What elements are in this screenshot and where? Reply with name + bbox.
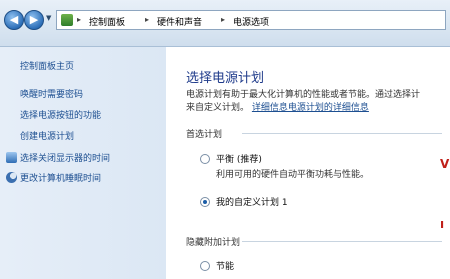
address-toolbar: ◀ ▶ ▼ ▸ 控制面板 ▸ 硬件和声音 ▸ 电源选项 — [0, 0, 450, 47]
breadcrumb-control-panel[interactable]: 控制面板 — [89, 15, 125, 28]
breadcrumb-separator: ▸ — [77, 15, 82, 24]
recent-pages-dropdown-icon[interactable]: ▼ — [46, 14, 51, 22]
control-panel-home-link[interactable]: 控制面板主页 — [20, 59, 74, 72]
back-arrow-icon[interactable]: ◀ — [4, 10, 24, 30]
moon-icon — [6, 172, 17, 183]
forward-arrow-icon[interactable]: ▶ — [24, 10, 44, 30]
create-power-plan-link[interactable]: 创建电源计划 — [20, 129, 74, 142]
power-plan-details-link[interactable]: 详细信息电源计划的详细信息 — [252, 103, 369, 113]
sleep-time-link[interactable]: 更改计算机睡眠时间 — [20, 171, 101, 184]
task-pane: 控制面板主页 唤醒时需要密码 选择电源按钮的功能 创建电源计划 选择关闭显示器的… — [0, 47, 166, 279]
balanced-plan-description: 利用可用的硬件自动平衡功耗与性能。 — [216, 170, 370, 180]
breadcrumb-separator: ▸ — [145, 15, 150, 24]
breadcrumb-power-options[interactable]: 电源选项 — [233, 15, 269, 28]
balanced-plan-radio[interactable] — [200, 154, 210, 164]
description-prefix: 来自定义计划。 — [186, 103, 250, 113]
custom-plan-radio[interactable] — [200, 197, 210, 207]
power-saver-plan-radio[interactable] — [200, 261, 210, 271]
power-saver-plan-label[interactable]: 节能 — [216, 259, 234, 272]
page-title: 选择电源计划 — [186, 71, 265, 86]
breadcrumb-hardware-sound[interactable]: 硬件和声音 — [157, 15, 202, 28]
power-button-function-link[interactable]: 选择电源按钮的功能 — [20, 108, 101, 121]
red-marker: V — [440, 157, 450, 171]
wake-password-link[interactable]: 唤醒时需要密码 — [20, 87, 83, 100]
custom-plan-label[interactable]: 我的自定义计划 1 — [216, 195, 288, 208]
breadcrumb[interactable]: ▸ 控制面板 ▸ 硬件和声音 ▸ 电源选项 — [56, 10, 446, 30]
red-marker: ı — [440, 217, 445, 231]
group-divider — [242, 133, 442, 134]
hidden-plans-header[interactable]: 隐藏附加计划 — [186, 235, 240, 248]
main-content: 选择电源计划 电源计划有助于最大化计算机的性能或者节能。通过选择计 来自定义计划… — [166, 47, 450, 279]
balanced-plan-label[interactable]: 平衡 (推荐) — [216, 152, 262, 165]
breadcrumb-separator: ▸ — [221, 15, 226, 24]
control-panel-icon — [61, 14, 73, 26]
description-line-2: 来自定义计划。 详细信息电源计划的详细信息 — [186, 100, 369, 113]
group-divider — [242, 241, 442, 242]
display-off-time-link[interactable]: 选择关闭显示器的时间 — [20, 151, 110, 164]
description-line-1: 电源计划有助于最大化计算机的性能或者节能。通过选择计 — [186, 90, 421, 100]
preferred-plans-header: 首选计划 — [186, 130, 223, 140]
monitor-icon — [6, 152, 17, 163]
